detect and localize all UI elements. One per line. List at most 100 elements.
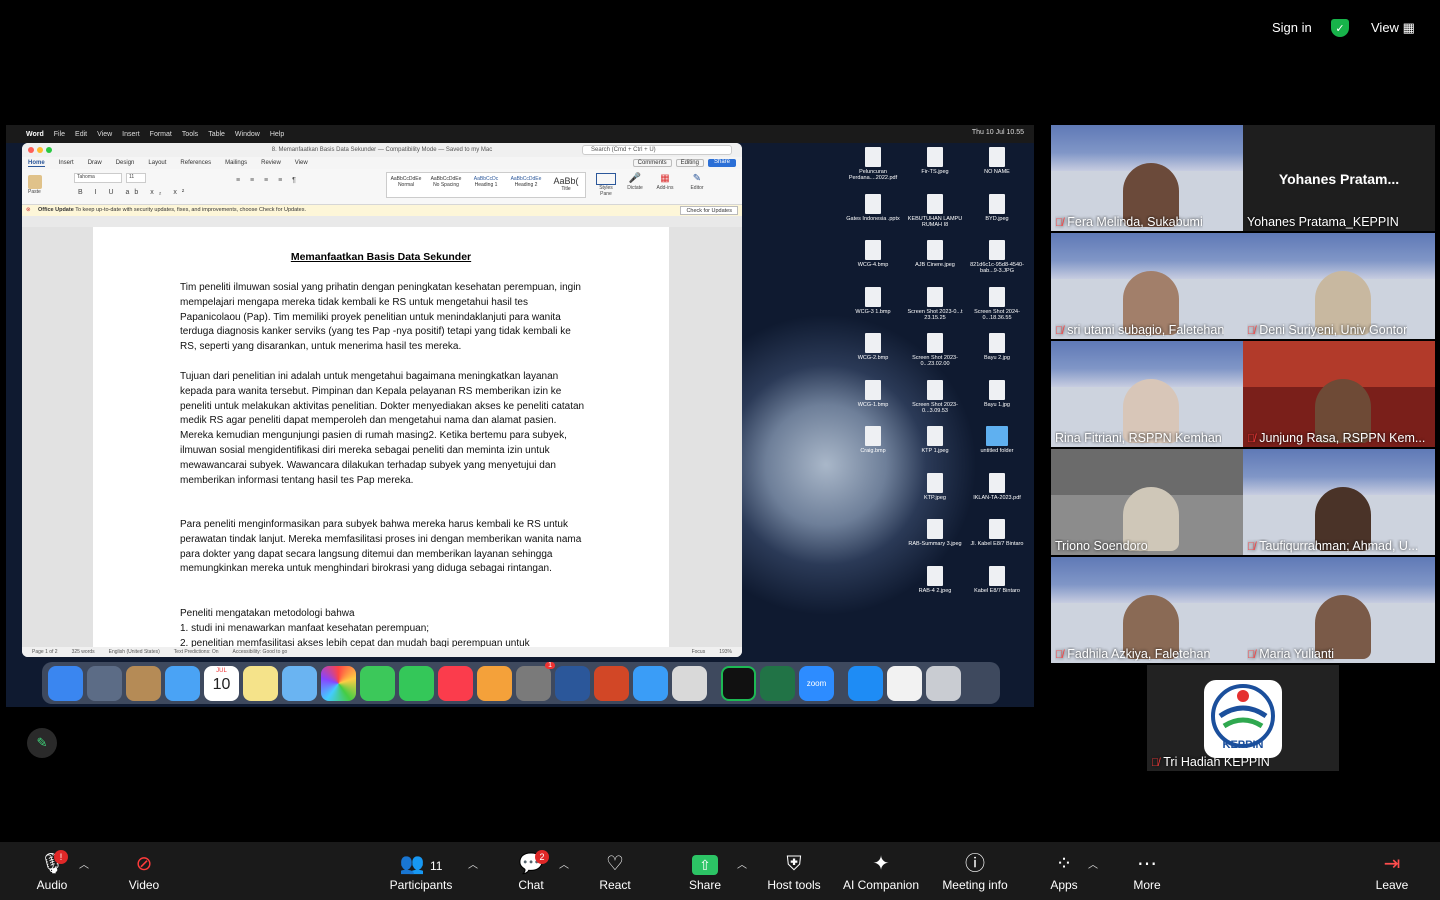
- share-screen-button[interactable]: ⇧ Share: [665, 850, 745, 892]
- participants-button[interactable]: 👥 11 Participants: [381, 850, 461, 892]
- books-icon: [477, 665, 512, 701]
- leave-label: Leave: [1375, 878, 1409, 892]
- participant-tile[interactable]: 🎙̸ Taufiqurrahman; Ahmad, U...: [1243, 449, 1435, 555]
- sign-in-button[interactable]: Sign in: [1272, 20, 1312, 35]
- file-thumbnail-icon: [989, 193, 1005, 214]
- audio-label: Audio: [36, 878, 68, 892]
- participant-name-label: Yohanes Pratama_KEPPIN: [1247, 215, 1399, 229]
- desktop-file-icon: AJB Cinere.jpeg: [906, 240, 964, 268]
- host-tools-button[interactable]: ⛨ Host tools: [754, 850, 834, 892]
- participant-tile[interactable]: Yohanes Pratam... Yohanes Pratama_KEPPIN: [1243, 125, 1435, 231]
- style-no-spacing: AaBbCcDdEe No Spacing: [427, 173, 465, 197]
- participant-name: Deni Suriyeni, Univ Gontor: [1259, 323, 1408, 337]
- tab-draw: Draw: [87, 160, 102, 166]
- participant-name-label: Triono Soendoro: [1055, 539, 1148, 553]
- grid-view-icon: ▦: [1402, 20, 1415, 35]
- participant-tile[interactable]: 🎙̸ Deni Suriyeni, Univ Gontor: [1243, 233, 1435, 339]
- file-thumbnail-icon: [989, 472, 1005, 493]
- apps-caret-icon[interactable]: ︿: [1088, 856, 1098, 871]
- paragraph-2: Tujuan dari penelitian ini adalah untuk …: [180, 371, 585, 486]
- desktop-file-label: 821d6c1c-95d8-4540-bab...9-3.JPG: [970, 262, 1024, 274]
- desktop-file-label: Craig.bmp: [860, 448, 886, 454]
- ai-companion-button[interactable]: ✦ AI Companion: [840, 850, 922, 892]
- menu-table: Table: [208, 130, 225, 138]
- view-button[interactable]: View ▦: [1371, 20, 1415, 36]
- file-thumbnail-icon: [989, 147, 1005, 167]
- desktop-file-label: RAB-4 2.jpeg: [918, 587, 952, 594]
- share-caret-icon[interactable]: ︿: [737, 856, 747, 871]
- desktop-file-label: untitled folder: [980, 448, 1014, 454]
- desktop-file-icon: IKLAN-TA-2023.pdf: [968, 472, 1026, 501]
- close-dot-icon: [28, 147, 34, 153]
- participant-tile[interactable]: 🎙̸ sri utami subagio, Faletehan: [1051, 233, 1243, 339]
- meeting-info-button[interactable]: ⓘ Meeting info: [935, 850, 1015, 892]
- leave-button[interactable]: ⇥ Leave: [1352, 850, 1432, 892]
- desktop-icons: Peluncuran Perdana....2022.pdf Fir-TS.jpe…: [844, 147, 1034, 607]
- word-title-bar: 8. Memanfaatkan Basis Data Sekunder — Co…: [22, 143, 742, 157]
- participant-tile[interactable]: Triono Soendoro: [1051, 449, 1243, 555]
- desktop-file-label: WCG-4.bmp: [857, 262, 889, 268]
- tab-layout: Layout: [148, 160, 167, 166]
- mac-dock: JUL 10 1 zoom: [42, 661, 1000, 704]
- annotate-pencil-icon[interactable]: ✎: [27, 728, 57, 758]
- desktop-file-label: RAB-Summary 3.jpeg: [908, 541, 962, 547]
- participant-tile[interactable]: 🎙̸ Maria Yulianti: [1243, 557, 1435, 663]
- participant-name-label: 🎙̸ Fadhila Azkiya, Faletehan: [1055, 647, 1210, 661]
- desktop-file-label: KTP.jpeg: [924, 494, 946, 501]
- participant-name: Rina Fitriani, RSPPN Kemhan: [1055, 431, 1222, 445]
- file-thumbnail-icon: [927, 519, 943, 539]
- muted-mic-icon: 🎙̸: [1247, 325, 1256, 337]
- file-thumbnail-icon: [927, 193, 943, 214]
- style-label-title: Title: [561, 186, 571, 192]
- participant-tile[interactable]: 🎙̸ Junjung Rasa, RSPPN Kem...: [1243, 341, 1435, 447]
- muted-mic-icon: 🎙̸: [1247, 433, 1256, 445]
- dictate-label: Dictate: [627, 185, 643, 191]
- more-button[interactable]: ⋯ More: [1107, 850, 1187, 892]
- desktop-file-icon: Bayu 1.jpg: [968, 379, 1026, 408]
- mac-clock: Thu 10 Jul 10.55: [971, 129, 1024, 136]
- contacts-icon: [126, 665, 161, 701]
- desktop-file-label: NO NAME: [984, 169, 1010, 175]
- style-label-normal: Normal: [397, 182, 415, 188]
- clipboard-icon: [28, 175, 42, 189]
- file-thumbnail-icon: [865, 286, 881, 307]
- system-settings-icon: 1: [516, 661, 555, 701]
- react-button[interactable]: ♡ React: [575, 850, 655, 892]
- file-thumbnail-icon: [927, 379, 943, 400]
- list-item-1: 1. studi ini menawarkan manfaat kesehata…: [180, 623, 430, 634]
- style-title: AaBb(Title: [547, 173, 585, 197]
- meeting-info-label: Meeting info: [942, 878, 1008, 892]
- style-label-no-spacing: No Spacing: [433, 182, 459, 188]
- participant-tile[interactable]: 🎙̸ Fera Melinda, Sukabumi: [1051, 125, 1243, 231]
- status-predictions: Text Predictions: On: [173, 649, 219, 655]
- keppin-logo: KEPPIN: [1204, 680, 1282, 758]
- menu-help: Help: [269, 130, 285, 138]
- tab-home: Home: [28, 159, 45, 167]
- more-label: More: [1133, 878, 1161, 892]
- participant-tile[interactable]: 🎙̸ Fadhila Azkiya, Faletehan: [1051, 557, 1243, 663]
- participant-name: Fadhila Azkiya, Faletehan: [1067, 647, 1211, 661]
- tab-mailings: Mailings: [225, 160, 248, 166]
- file-thumbnail-icon: [865, 333, 881, 353]
- desktop-file-icon: WCG-1.bmp: [844, 379, 902, 408]
- participant-name-label: Rina Fitriani, RSPPN Kemhan: [1055, 431, 1222, 445]
- audio-alert-badge: !: [54, 850, 68, 864]
- word-share-button: Share: [707, 159, 736, 167]
- participants-caret-icon[interactable]: ︿: [468, 856, 478, 871]
- audio-options-caret-icon[interactable]: ︿: [79, 856, 89, 871]
- paragraph-4: Peneliti mengatakan metodologi bahwa: [180, 608, 355, 619]
- security-shield-icon[interactable]: ✓: [1331, 19, 1349, 37]
- menu-insert: Insert: [122, 130, 140, 138]
- menu-edit: Edit: [75, 130, 88, 138]
- tab-insert: Insert: [58, 160, 74, 166]
- dock-spacer-2: [838, 666, 844, 701]
- file-thumbnail-icon: [927, 286, 943, 307]
- spotify-icon: [721, 665, 756, 701]
- word-ribbon-tabs: Home Insert Draw Design Layout Reference…: [22, 157, 742, 169]
- window-controls: [28, 147, 52, 153]
- desktop-file-label: IKLAN-TA-2023.pdf: [973, 494, 1021, 501]
- style-label-heading-1: Heading 1: [474, 182, 498, 188]
- participant-tile[interactable]: Rina Fitriani, RSPPN Kemhan: [1051, 341, 1243, 447]
- video-button[interactable]: ⊘ Video: [104, 850, 184, 892]
- chat-caret-icon[interactable]: ︿: [559, 856, 569, 871]
